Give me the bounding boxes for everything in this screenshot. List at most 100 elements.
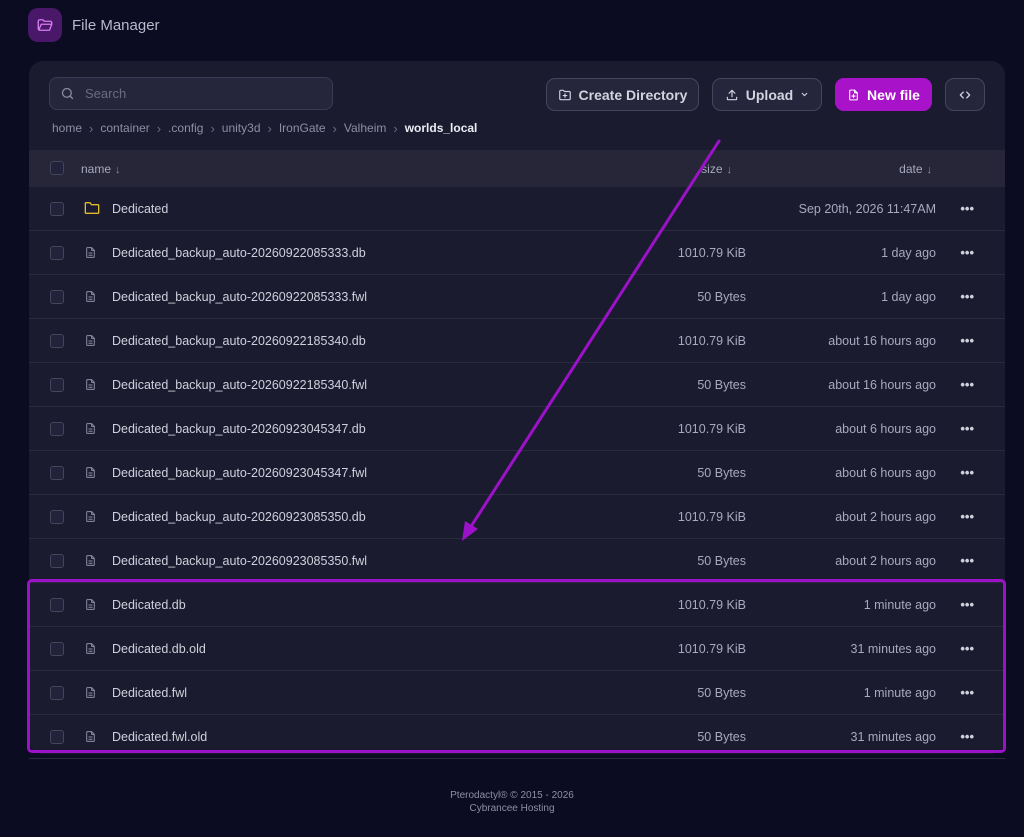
breadcrumb-current: worlds_local (404, 121, 478, 135)
file-name[interactable]: Dedicated.db.old (112, 642, 206, 656)
row-checkbox[interactable] (50, 554, 64, 568)
more-options-icon[interactable]: ••• (960, 597, 974, 612)
file-row[interactable]: Dedicated_backup_auto-20260923045347.db 1… (29, 407, 1005, 451)
breadcrumb-item[interactable]: home (52, 121, 82, 135)
file-row[interactable]: Dedicated_backup_auto-20260922085333.db 1… (29, 231, 1005, 275)
file-name[interactable]: Dedicated.fwl.old (112, 730, 207, 744)
file-plus-icon (847, 88, 860, 102)
search-box[interactable] (49, 77, 333, 110)
row-checkbox[interactable] (50, 334, 64, 348)
row-checkbox[interactable] (50, 598, 64, 612)
upload-icon (725, 88, 739, 102)
row-checkbox[interactable] (50, 246, 64, 260)
file-name[interactable]: Dedicated.fwl (112, 686, 187, 700)
folder-row[interactable]: Dedicated Sep 20th, 2026 11:47AM ••• (29, 187, 1005, 231)
file-name[interactable]: Dedicated_backup_auto-20260922185340.db (112, 334, 366, 348)
more-options-icon[interactable]: ••• (960, 289, 974, 304)
file-name[interactable]: Dedicated (112, 202, 168, 216)
row-checkbox[interactable] (50, 378, 64, 392)
footer: Pterodactyl® © 2015 - 2026 Cybrancee Hos… (0, 789, 1024, 815)
new-file-button[interactable]: New file (835, 78, 932, 111)
file-size: 50 Bytes (697, 289, 746, 304)
chevron-right-icon: › (89, 120, 94, 136)
file-icon (84, 289, 97, 304)
file-row[interactable]: Dedicated_backup_auto-20260923085350.db 1… (29, 495, 1005, 539)
upload-button[interactable]: Upload (712, 78, 822, 111)
file-row[interactable]: Dedicated_backup_auto-20260923045347.fwl… (29, 451, 1005, 495)
row-checkbox[interactable] (50, 686, 64, 700)
file-icon (84, 641, 97, 656)
column-header-name[interactable]: name ↓ (81, 162, 121, 176)
row-checkbox[interactable] (50, 510, 64, 524)
file-name[interactable]: Dedicated_backup_auto-20260922085333.db (112, 246, 366, 260)
breadcrumb-item[interactable]: unity3d (222, 121, 261, 135)
select-all-checkbox[interactable] (50, 161, 64, 175)
more-options-icon[interactable]: ••• (960, 729, 974, 744)
file-manager-panel: Create Directory Upload New file home › … (29, 61, 1005, 759)
file-name[interactable]: Dedicated_backup_auto-20260922185340.fwl (112, 378, 367, 392)
file-date: 1 day ago (881, 289, 936, 304)
more-options-icon[interactable]: ••• (960, 377, 974, 392)
file-row[interactable]: Dedicated_backup_auto-20260922085333.fwl… (29, 275, 1005, 319)
footer-copyright: Pterodactyl® © 2015 - 2026 (450, 790, 574, 801)
row-checkbox[interactable] (50, 202, 64, 216)
more-options-icon[interactable]: ••• (960, 421, 974, 436)
file-size: 50 Bytes (697, 465, 746, 480)
new-file-label: New file (867, 86, 920, 103)
file-date: about 6 hours ago (835, 421, 936, 436)
file-name[interactable]: Dedicated_backup_auto-20260923085350.db (112, 510, 366, 524)
file-name[interactable]: Dedicated_backup_auto-20260923085350.fwl (112, 554, 367, 568)
breadcrumb-item[interactable]: IronGate (279, 121, 326, 135)
folder-icon (84, 201, 100, 215)
more-options-icon[interactable]: ••• (960, 333, 974, 348)
row-checkbox[interactable] (50, 290, 64, 304)
file-icon (84, 377, 97, 392)
more-options-icon[interactable]: ••• (960, 509, 974, 524)
create-directory-button[interactable]: Create Directory (546, 78, 699, 111)
row-checkbox[interactable] (50, 642, 64, 656)
page-title: File Manager (72, 16, 160, 34)
file-row[interactable]: Dedicated.fwl 50 Bytes 1 minute ago ••• (29, 671, 1005, 715)
code-view-button[interactable] (945, 78, 985, 111)
file-row[interactable]: Dedicated.fwl.old 50 Bytes 31 minutes ago •… (29, 715, 1005, 759)
file-name[interactable]: Dedicated_backup_auto-20260922085333.fwl (112, 290, 367, 304)
more-options-icon[interactable]: ••• (960, 245, 974, 260)
row-checkbox[interactable] (50, 422, 64, 436)
file-icon (84, 597, 97, 612)
file-date: Sep 20th, 2026 11:47AM (798, 201, 936, 216)
more-options-icon[interactable]: ••• (960, 641, 974, 656)
row-checkbox[interactable] (50, 730, 64, 744)
column-header-date[interactable]: date ↓ (899, 162, 932, 176)
upload-label: Upload (745, 86, 794, 103)
row-checkbox[interactable] (50, 466, 64, 480)
folder-plus-icon (558, 88, 572, 102)
file-icon (84, 245, 97, 260)
file-icon (84, 553, 97, 568)
breadcrumb-item[interactable]: container (100, 121, 149, 135)
file-name[interactable]: Dedicated_backup_auto-20260923045347.db (112, 422, 366, 436)
file-row[interactable]: Dedicated.db 1010.79 KiB 1 minute ago ••• (29, 583, 1005, 627)
file-size: 1010.79 KiB (677, 597, 746, 612)
chevron-right-icon: › (332, 120, 337, 136)
more-options-icon[interactable]: ••• (960, 685, 974, 700)
more-options-icon[interactable]: ••• (960, 553, 974, 568)
column-header-size[interactable]: size ↓ (701, 162, 732, 176)
file-size: 50 Bytes (697, 729, 746, 744)
search-input[interactable] (83, 85, 317, 102)
file-row[interactable]: Dedicated_backup_auto-20260922185340.db 1… (29, 319, 1005, 363)
breadcrumb-item[interactable]: Valheim (344, 121, 386, 135)
file-row[interactable]: Dedicated.db.old 1010.79 KiB 31 minutes ag… (29, 627, 1005, 671)
file-name[interactable]: Dedicated_backup_auto-20260923045347.fwl (112, 466, 367, 480)
file-date: about 6 hours ago (835, 465, 936, 480)
file-row[interactable]: Dedicated_backup_auto-20260923085350.fwl… (29, 539, 1005, 583)
more-options-icon[interactable]: ••• (960, 201, 974, 216)
file-size: 1010.79 KiB (677, 333, 746, 348)
file-name[interactable]: Dedicated.db (112, 598, 186, 612)
file-icon (84, 685, 97, 700)
file-row[interactable]: Dedicated_backup_auto-20260922185340.fwl… (29, 363, 1005, 407)
chevron-right-icon: › (267, 120, 272, 136)
breadcrumb-item[interactable]: .config (168, 121, 203, 135)
more-options-icon[interactable]: ••• (960, 465, 974, 480)
file-date: 1 minute ago (863, 685, 936, 700)
file-size: 50 Bytes (697, 553, 746, 568)
